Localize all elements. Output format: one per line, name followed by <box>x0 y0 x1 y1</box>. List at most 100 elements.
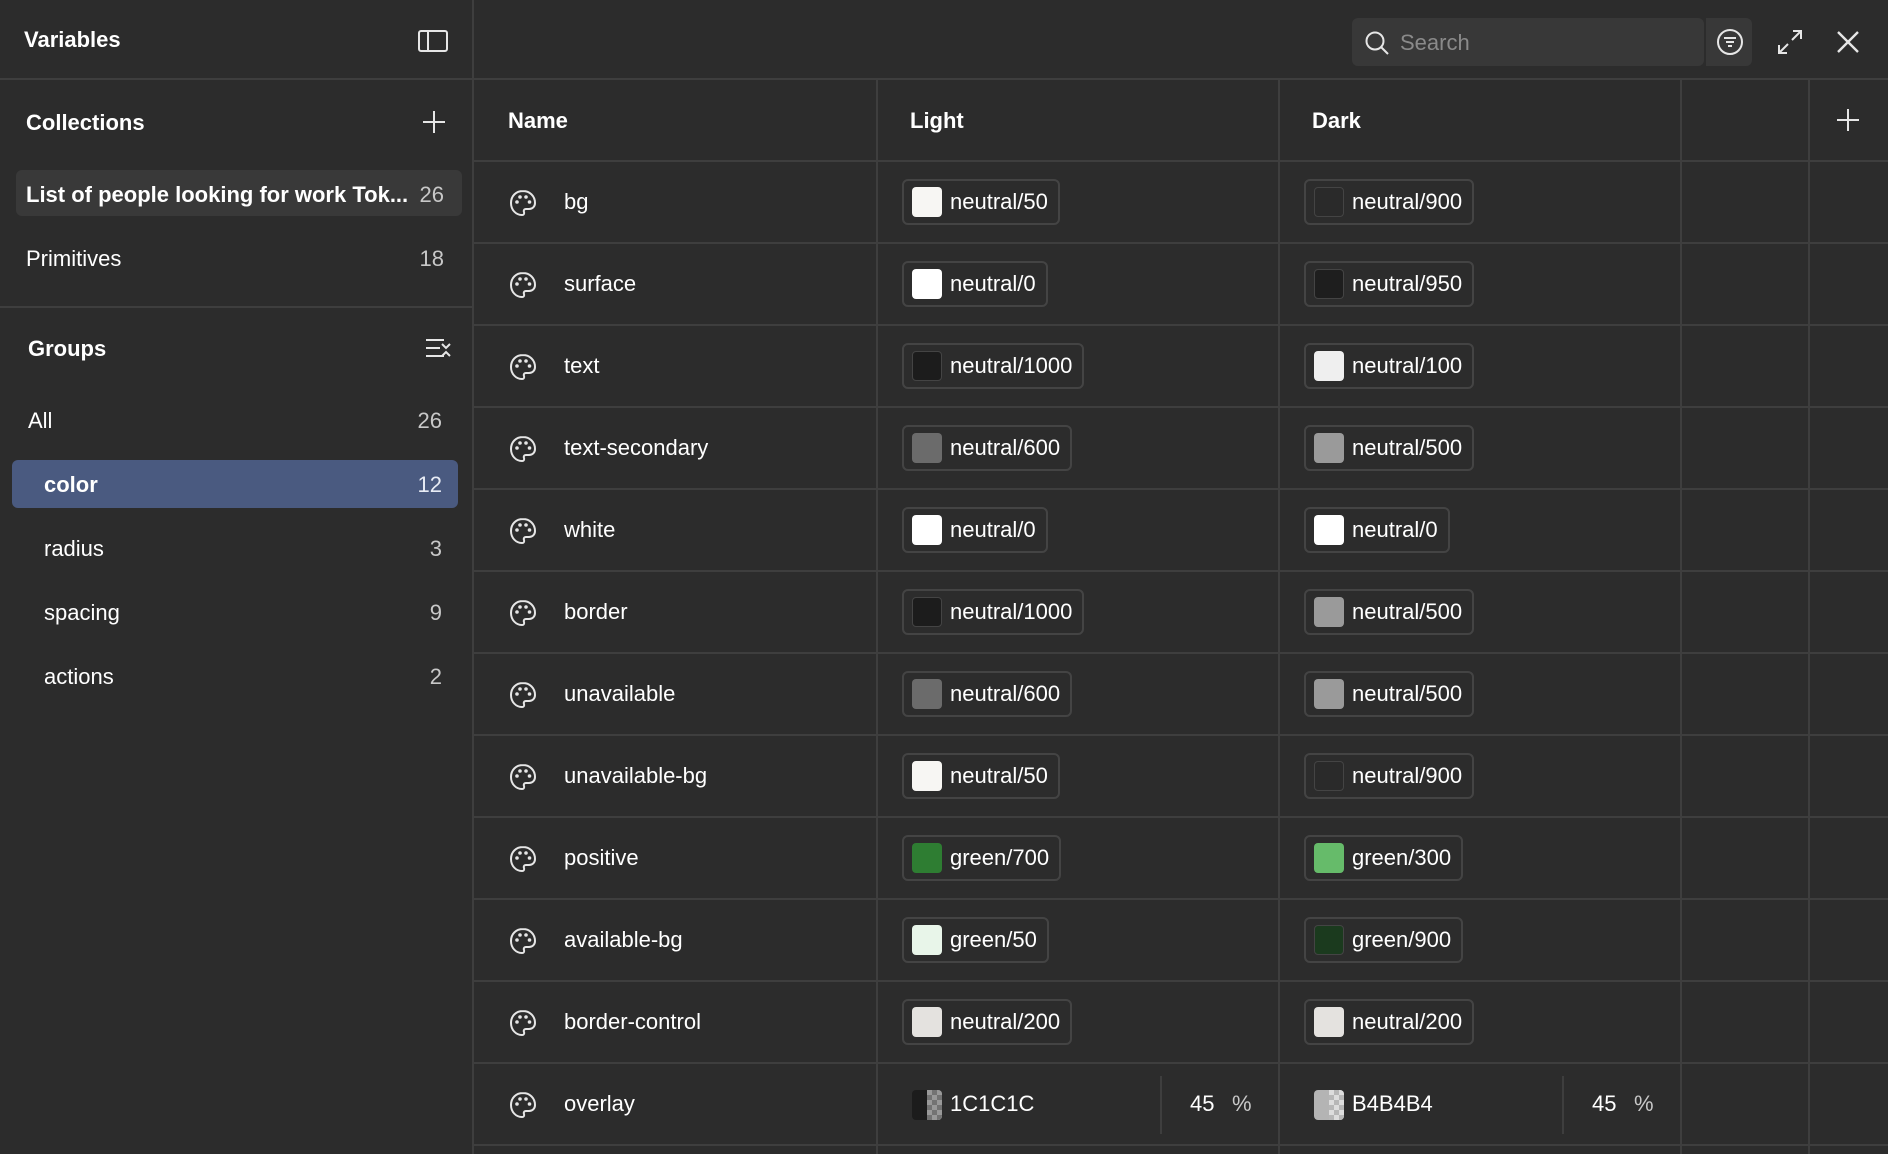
alias-label: neutral/0 <box>950 271 1036 296</box>
table-row[interactable]: border neutral/1000 neutral/500 <box>474 572 1888 654</box>
close-icon[interactable] <box>1834 28 1862 56</box>
variable-name[interactable]: available-bg <box>564 927 683 953</box>
variable-name[interactable]: border-control <box>564 1009 701 1035</box>
swatch-tint <box>1329 1090 1344 1120</box>
palette-icon <box>508 516 538 546</box>
alpha-value[interactable]: 45 <box>1190 1091 1214 1117</box>
variable-name[interactable]: positive <box>564 845 639 871</box>
light-value-chip[interactable]: neutral/0 <box>902 261 1048 307</box>
table-row[interactable]: white neutral/0 neutral/0 <box>474 490 1888 572</box>
alias-label: neutral/600 <box>950 681 1061 706</box>
variable-name[interactable]: text-secondary <box>564 435 708 461</box>
alpha-value[interactable]: 45 <box>1592 1091 1616 1117</box>
dark-value-chip[interactable]: neutral/100 <box>1304 343 1475 389</box>
alias-label: neutral/1000 <box>950 599 1073 624</box>
group-item-color[interactable]: color 12 <box>12 460 458 508</box>
hex-value[interactable]: B4B4B4 <box>1352 1091 1433 1117</box>
filter-button[interactable] <box>1704 18 1752 66</box>
dark-value-chip[interactable]: neutral/500 <box>1304 425 1475 471</box>
group-count: 26 <box>417 408 442 433</box>
variable-name[interactable]: text <box>564 353 599 379</box>
search-input[interactable] <box>1398 26 1682 60</box>
collection-item-primitives[interactable]: Primitives 18 <box>16 234 462 280</box>
dark-value-chip[interactable]: neutral/200 <box>1304 999 1475 1045</box>
color-swatch <box>912 515 942 545</box>
table-row[interactable]: overlay 1C1C1C 45% B4B4B4 45% <box>474 1064 1888 1146</box>
add-collection-icon[interactable] <box>422 110 446 134</box>
column-header-dark[interactable]: Dark <box>1312 108 1361 134</box>
table-row[interactable]: positive green/700 green/300 <box>474 818 1888 900</box>
percent-unit: % <box>1634 1091 1654 1116</box>
alias-label: neutral/50 <box>950 763 1048 788</box>
color-swatch <box>1314 269 1344 299</box>
dark-value-chip[interactable]: neutral/900 <box>1304 753 1475 799</box>
alias-label: neutral/900 <box>1352 763 1463 788</box>
color-swatch <box>1314 597 1344 627</box>
toolbar <box>474 0 1888 80</box>
table-row[interactable]: surface neutral/0 neutral/950 <box>474 244 1888 326</box>
table-row[interactable]: unavailable neutral/600 neutral/500 <box>474 654 1888 736</box>
variable-name[interactable]: surface <box>564 271 636 297</box>
variable-name[interactable]: overlay <box>564 1091 635 1117</box>
sort-groups-icon[interactable] <box>424 336 452 360</box>
group-item-all[interactable]: All 26 <box>12 396 458 444</box>
light-value-chip[interactable]: neutral/200 <box>902 999 1073 1045</box>
groups-heading: Groups <box>28 336 107 361</box>
column-header-name[interactable]: Name <box>508 108 568 134</box>
hex-value[interactable]: 1C1C1C <box>950 1091 1034 1117</box>
variable-name[interactable]: border <box>564 599 628 625</box>
light-value-chip[interactable]: neutral/0 <box>902 507 1048 553</box>
field-separator <box>1160 1076 1162 1134</box>
column-header-light[interactable]: Light <box>910 108 964 134</box>
group-label: color <box>44 472 98 497</box>
dark-value-chip[interactable]: green/900 <box>1304 917 1464 963</box>
alias-label: neutral/100 <box>1352 353 1463 378</box>
search-box[interactable] <box>1352 18 1704 66</box>
dark-value-chip[interactable]: neutral/500 <box>1304 671 1475 717</box>
variables-table-panel: Name Light Dark bg neutral/50 neutral/900 s… <box>474 0 1888 1154</box>
sidebar-toggle-icon[interactable] <box>418 30 448 52</box>
table-row[interactable]: bg neutral/50 neutral/900 <box>474 162 1888 244</box>
filter-icon <box>1717 29 1743 55</box>
table-row[interactable]: text-secondary neutral/600 neutral/500 <box>474 408 1888 490</box>
color-swatch[interactable] <box>1314 1090 1344 1120</box>
palette-icon <box>508 270 538 300</box>
collection-item-tokens[interactable]: List of people looking for work Tok... 2… <box>16 170 462 216</box>
group-item-spacing[interactable]: spacing 9 <box>12 588 458 636</box>
alias-label: neutral/900 <box>1352 189 1463 214</box>
palette-icon <box>508 1090 538 1120</box>
variable-name[interactable]: unavailable <box>564 681 675 707</box>
dark-value-chip[interactable]: neutral/0 <box>1304 507 1450 553</box>
group-item-radius[interactable]: radius 3 <box>12 524 458 572</box>
expand-icon[interactable] <box>1776 28 1804 56</box>
collection-label: List of people looking for work Tok... <box>26 182 409 207</box>
collection-count: 26 <box>419 182 444 207</box>
table-row[interactable]: border-control neutral/200 neutral/200 <box>474 982 1888 1064</box>
add-mode-icon[interactable] <box>1836 108 1860 132</box>
swatch-solid <box>912 1090 927 1120</box>
color-swatch[interactable] <box>912 1090 942 1120</box>
dark-value-chip[interactable]: neutral/500 <box>1304 589 1475 635</box>
field-separator <box>1562 1076 1564 1134</box>
group-item-actions[interactable]: actions 2 <box>12 652 458 700</box>
dark-value-chip[interactable]: neutral/900 <box>1304 179 1475 225</box>
light-value-chip[interactable]: green/50 <box>902 917 1049 963</box>
variable-name[interactable]: bg <box>564 189 588 215</box>
table-row[interactable]: unavailable-bg neutral/50 neutral/900 <box>474 736 1888 818</box>
table-row[interactable]: text neutral/1000 neutral/100 <box>474 326 1888 408</box>
group-count: 9 <box>429 600 442 625</box>
variable-name[interactable]: unavailable-bg <box>564 763 707 789</box>
light-value-chip[interactable]: green/700 <box>902 835 1062 881</box>
alias-label: neutral/1000 <box>950 353 1073 378</box>
palette-icon <box>508 434 538 464</box>
light-value-chip[interactable]: neutral/600 <box>902 671 1073 717</box>
light-value-chip[interactable]: neutral/1000 <box>902 343 1085 389</box>
dark-value-chip[interactable]: green/300 <box>1304 835 1464 881</box>
variable-name[interactable]: white <box>564 517 615 543</box>
dark-value-chip[interactable]: neutral/950 <box>1304 261 1475 307</box>
table-row[interactable]: available-bg green/50 green/900 <box>474 900 1888 982</box>
light-value-chip[interactable]: neutral/1000 <box>902 589 1085 635</box>
light-value-chip[interactable]: neutral/50 <box>902 753 1060 799</box>
light-value-chip[interactable]: neutral/600 <box>902 425 1073 471</box>
light-value-chip[interactable]: neutral/50 <box>902 179 1060 225</box>
